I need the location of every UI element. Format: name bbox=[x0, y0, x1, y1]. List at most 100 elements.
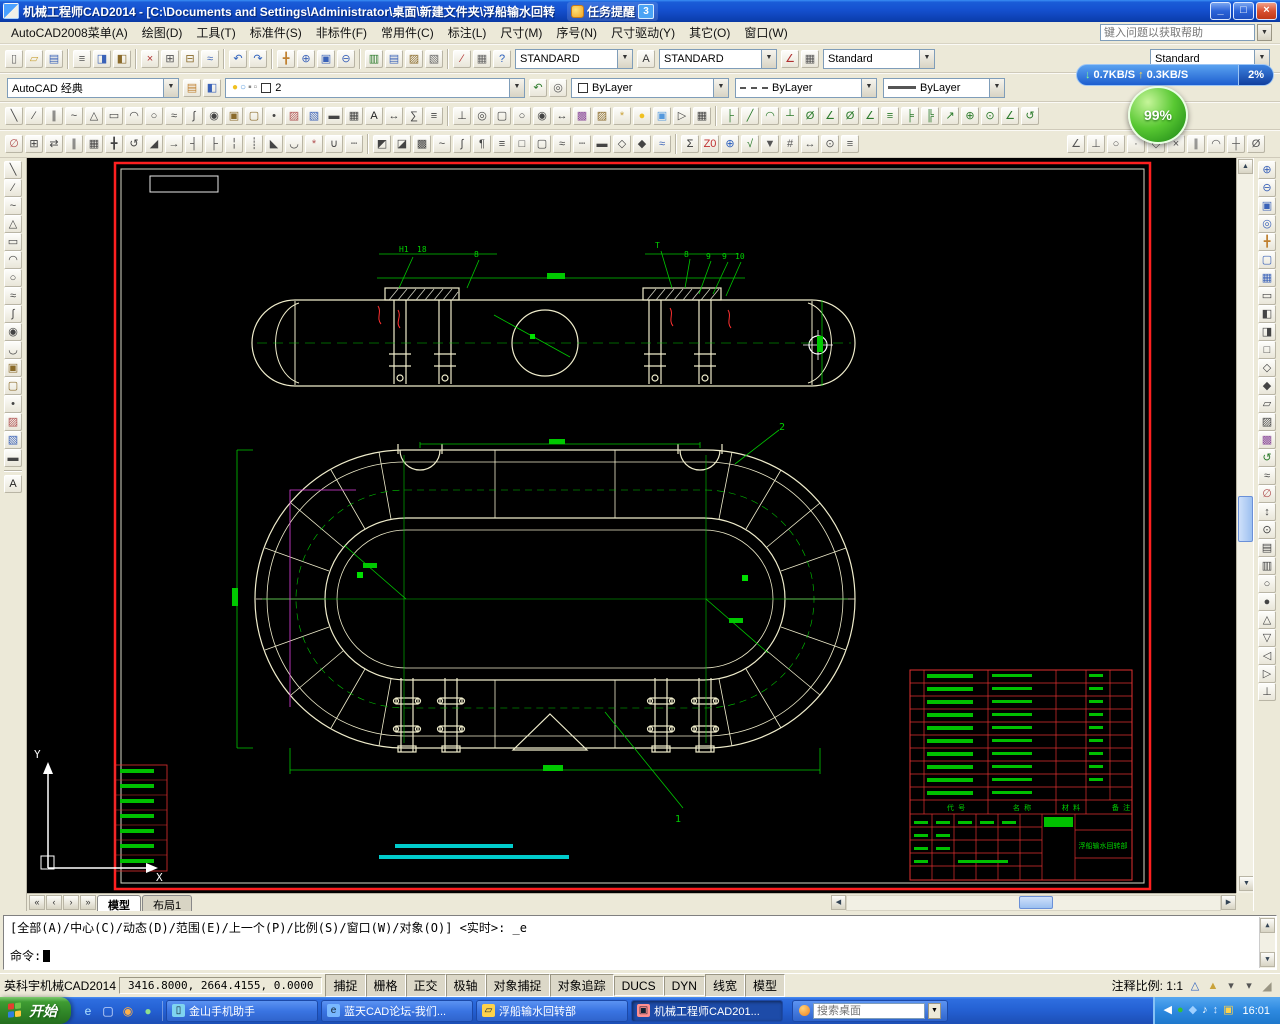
mirror-icon[interactable]: ⇄ bbox=[45, 135, 63, 153]
chevron-down-icon[interactable]: ▼ bbox=[713, 78, 728, 97]
polyline-icon[interactable]: ~ bbox=[4, 197, 22, 215]
taskbar-clock[interactable]: 16:01 bbox=[1242, 1005, 1270, 1017]
make-block-icon[interactable]: ▢ bbox=[245, 107, 263, 125]
dim-edit-icon[interactable]: ∠ bbox=[1001, 107, 1019, 125]
view-next-icon[interactable]: ▷ bbox=[1258, 665, 1276, 683]
sum-icon[interactable]: Σ bbox=[681, 135, 699, 153]
sun-properties-icon[interactable]: ● bbox=[633, 107, 651, 125]
designcenter-icon[interactable]: ▤ bbox=[385, 49, 403, 68]
draworder-front-icon[interactable]: ◩ bbox=[373, 135, 391, 153]
named-views-icon[interactable]: ▭ bbox=[1258, 287, 1276, 305]
scale-icon[interactable]: ◢ bbox=[145, 135, 163, 153]
prev-tab-icon[interactable]: ‹ bbox=[46, 895, 62, 910]
menu-item-6[interactable]: 标注(L) bbox=[441, 22, 494, 43]
menu-item-7[interactable]: 尺寸(M) bbox=[493, 22, 549, 43]
filter-icon[interactable]: ▼ bbox=[761, 135, 779, 153]
polygon-icon[interactable]: △ bbox=[4, 215, 22, 233]
layer-lock-icon[interactable]: ▪ bbox=[248, 82, 252, 93]
help-dropdown-icon[interactable]: ▼ bbox=[1257, 24, 1272, 41]
rectangle-icon[interactable]: ▭ bbox=[4, 233, 22, 251]
orbit-icon[interactable]: ○ bbox=[1258, 575, 1276, 593]
menu-item-9[interactable]: 尺寸驱动(Y) bbox=[604, 22, 682, 43]
osnap-center-icon[interactable]: ○ bbox=[1107, 135, 1125, 153]
list2-icon[interactable]: ≡ bbox=[841, 135, 859, 153]
ucs-tool-icon[interactable]: ⊥ bbox=[453, 107, 471, 125]
zoom-center-icon[interactable]: ⊙ bbox=[1258, 521, 1276, 539]
linear-dim-icon[interactable]: ├ bbox=[721, 107, 739, 125]
region-edit-icon[interactable]: ▬ bbox=[593, 135, 611, 153]
drawing-canvas[interactable]: H1 18 8 T 8 9 9 10 2 1 代 号 名 称 材 料 备 注 浮… bbox=[27, 158, 1236, 893]
revcloud-edit-icon[interactable]: ≈ bbox=[553, 135, 571, 153]
menu-item-10[interactable]: 其它(O) bbox=[682, 22, 737, 43]
sphere-icon[interactable]: ● bbox=[1258, 593, 1276, 611]
render-icon[interactable]: ▩ bbox=[573, 107, 591, 125]
menu-item-5[interactable]: 常用件(C) bbox=[374, 22, 441, 43]
dim-update-icon[interactable]: ↺ bbox=[1021, 107, 1039, 125]
osnap-parallel-icon[interactable]: ∥ bbox=[1187, 135, 1205, 153]
status-toggle-model[interactable]: 模型 bbox=[744, 974, 785, 997]
vertical-scroll-thumb[interactable] bbox=[1238, 496, 1253, 542]
task-button-phone-assistant[interactable]: ▯ 金山手机助手 bbox=[166, 999, 318, 1022]
help-icon[interactable]: ? bbox=[493, 49, 511, 68]
view-front-icon[interactable]: □ bbox=[1258, 341, 1276, 359]
smooth-icon[interactable]: ≈ bbox=[1258, 467, 1276, 485]
view-down-icon[interactable]: ▽ bbox=[1258, 629, 1276, 647]
save-icon[interactable]: ▤ bbox=[45, 49, 63, 68]
scroll-up-icon[interactable]: ▲ bbox=[1260, 918, 1275, 933]
trim-icon[interactable]: ┤ bbox=[185, 135, 203, 153]
layer-states-icon[interactable]: ◧ bbox=[203, 78, 221, 97]
ie-quicklaunch-icon[interactable]: e bbox=[79, 1002, 97, 1020]
erase-icon[interactable]: ∅ bbox=[5, 135, 23, 153]
lineweight-dropdown[interactable]: ByLayer ▼ bbox=[883, 77, 1005, 98]
view-top-icon[interactable]: ▤ bbox=[1258, 539, 1276, 557]
tray-expand-icon[interactable]: ◀ bbox=[1163, 997, 1171, 1024]
optimizer-ball-widget[interactable]: 99% bbox=[1128, 86, 1188, 144]
menu-item-3[interactable]: 标准件(S) bbox=[243, 22, 309, 43]
open-file-icon[interactable]: ▱ bbox=[25, 49, 43, 68]
next-tab-icon[interactable]: › bbox=[63, 895, 79, 910]
polyline-edit-icon[interactable]: ~ bbox=[433, 135, 451, 153]
zoom-extents-icon[interactable]: ▢ bbox=[1258, 251, 1276, 269]
arc-length-dim-icon[interactable]: ◠ bbox=[761, 107, 779, 125]
horizontal-scroll-thumb[interactable] bbox=[1018, 895, 1053, 909]
stretch-icon[interactable]: → bbox=[165, 135, 183, 153]
ungroup-icon[interactable]: ◆ bbox=[633, 135, 651, 153]
make-block-icon[interactable]: ▢ bbox=[4, 377, 22, 395]
text-style-dropdown[interactable]: STANDARD ▼ bbox=[515, 48, 633, 69]
scroll-up-icon[interactable]: ▲ bbox=[1238, 159, 1253, 174]
mtext-icon[interactable]: A bbox=[4, 475, 22, 493]
chevron-down-icon[interactable]: ▼ bbox=[509, 78, 524, 97]
scroll-down-icon[interactable]: ▼ bbox=[1239, 876, 1254, 891]
baseline-dim-icon[interactable]: ╞ bbox=[901, 107, 919, 125]
diameter-dim-icon[interactable]: Ø bbox=[841, 107, 859, 125]
sheet-set-manager-icon[interactable]: ▧ bbox=[425, 49, 443, 68]
network-speed-widget[interactable]: ↓ 0.7KB/S ↑ 0.3KB/S 2% bbox=[1076, 64, 1274, 86]
cut-icon[interactable]: × bbox=[141, 49, 159, 68]
status-toggle-polar[interactable]: 极轴 bbox=[445, 974, 486, 997]
sky-icon[interactable]: ▣ bbox=[653, 107, 671, 125]
workspace-switch-icon[interactable]: ▾ bbox=[1222, 977, 1240, 995]
messenger-tray-icon[interactable]: ◆ bbox=[1189, 997, 1197, 1024]
menu-item-0[interactable]: AutoCAD2008菜单(A) bbox=[4, 22, 135, 43]
status-toggle-ortho[interactable]: 正交 bbox=[405, 974, 446, 997]
hatch-edit-icon[interactable]: ▩ bbox=[413, 135, 431, 153]
zoom-in-icon[interactable]: ⊕ bbox=[1258, 161, 1276, 179]
menu-item-8[interactable]: 序号(N) bbox=[549, 22, 604, 43]
camera-icon[interactable]: ◉ bbox=[533, 107, 551, 125]
arc-icon[interactable]: ◠ bbox=[125, 107, 143, 125]
ellipse-icon[interactable]: ◉ bbox=[4, 323, 22, 341]
hatch-icon[interactable]: ▨ bbox=[4, 413, 22, 431]
status-toggle-otrack[interactable]: 对象追踪 bbox=[549, 974, 614, 997]
continue-dim-icon[interactable]: ╠ bbox=[921, 107, 939, 125]
desktop-search-input[interactable] bbox=[813, 1002, 925, 1019]
polyline-icon[interactable]: ~ bbox=[65, 107, 83, 125]
construction-line-icon[interactable]: ∕ bbox=[4, 179, 22, 197]
angular-dim-icon[interactable]: ∠ bbox=[861, 107, 879, 125]
tab-layout1[interactable]: 布局1 bbox=[142, 894, 193, 912]
revision-cloud-icon[interactable]: ≈ bbox=[4, 287, 22, 305]
region-icon[interactable]: ▬ bbox=[4, 449, 22, 467]
osnap-nearest-icon[interactable]: ┼ bbox=[1227, 135, 1245, 153]
statusbar-menu-icon[interactable]: ▾ bbox=[1240, 977, 1258, 995]
zoom-window-icon[interactable]: ▣ bbox=[317, 49, 335, 68]
extend-icon[interactable]: ├ bbox=[205, 135, 223, 153]
